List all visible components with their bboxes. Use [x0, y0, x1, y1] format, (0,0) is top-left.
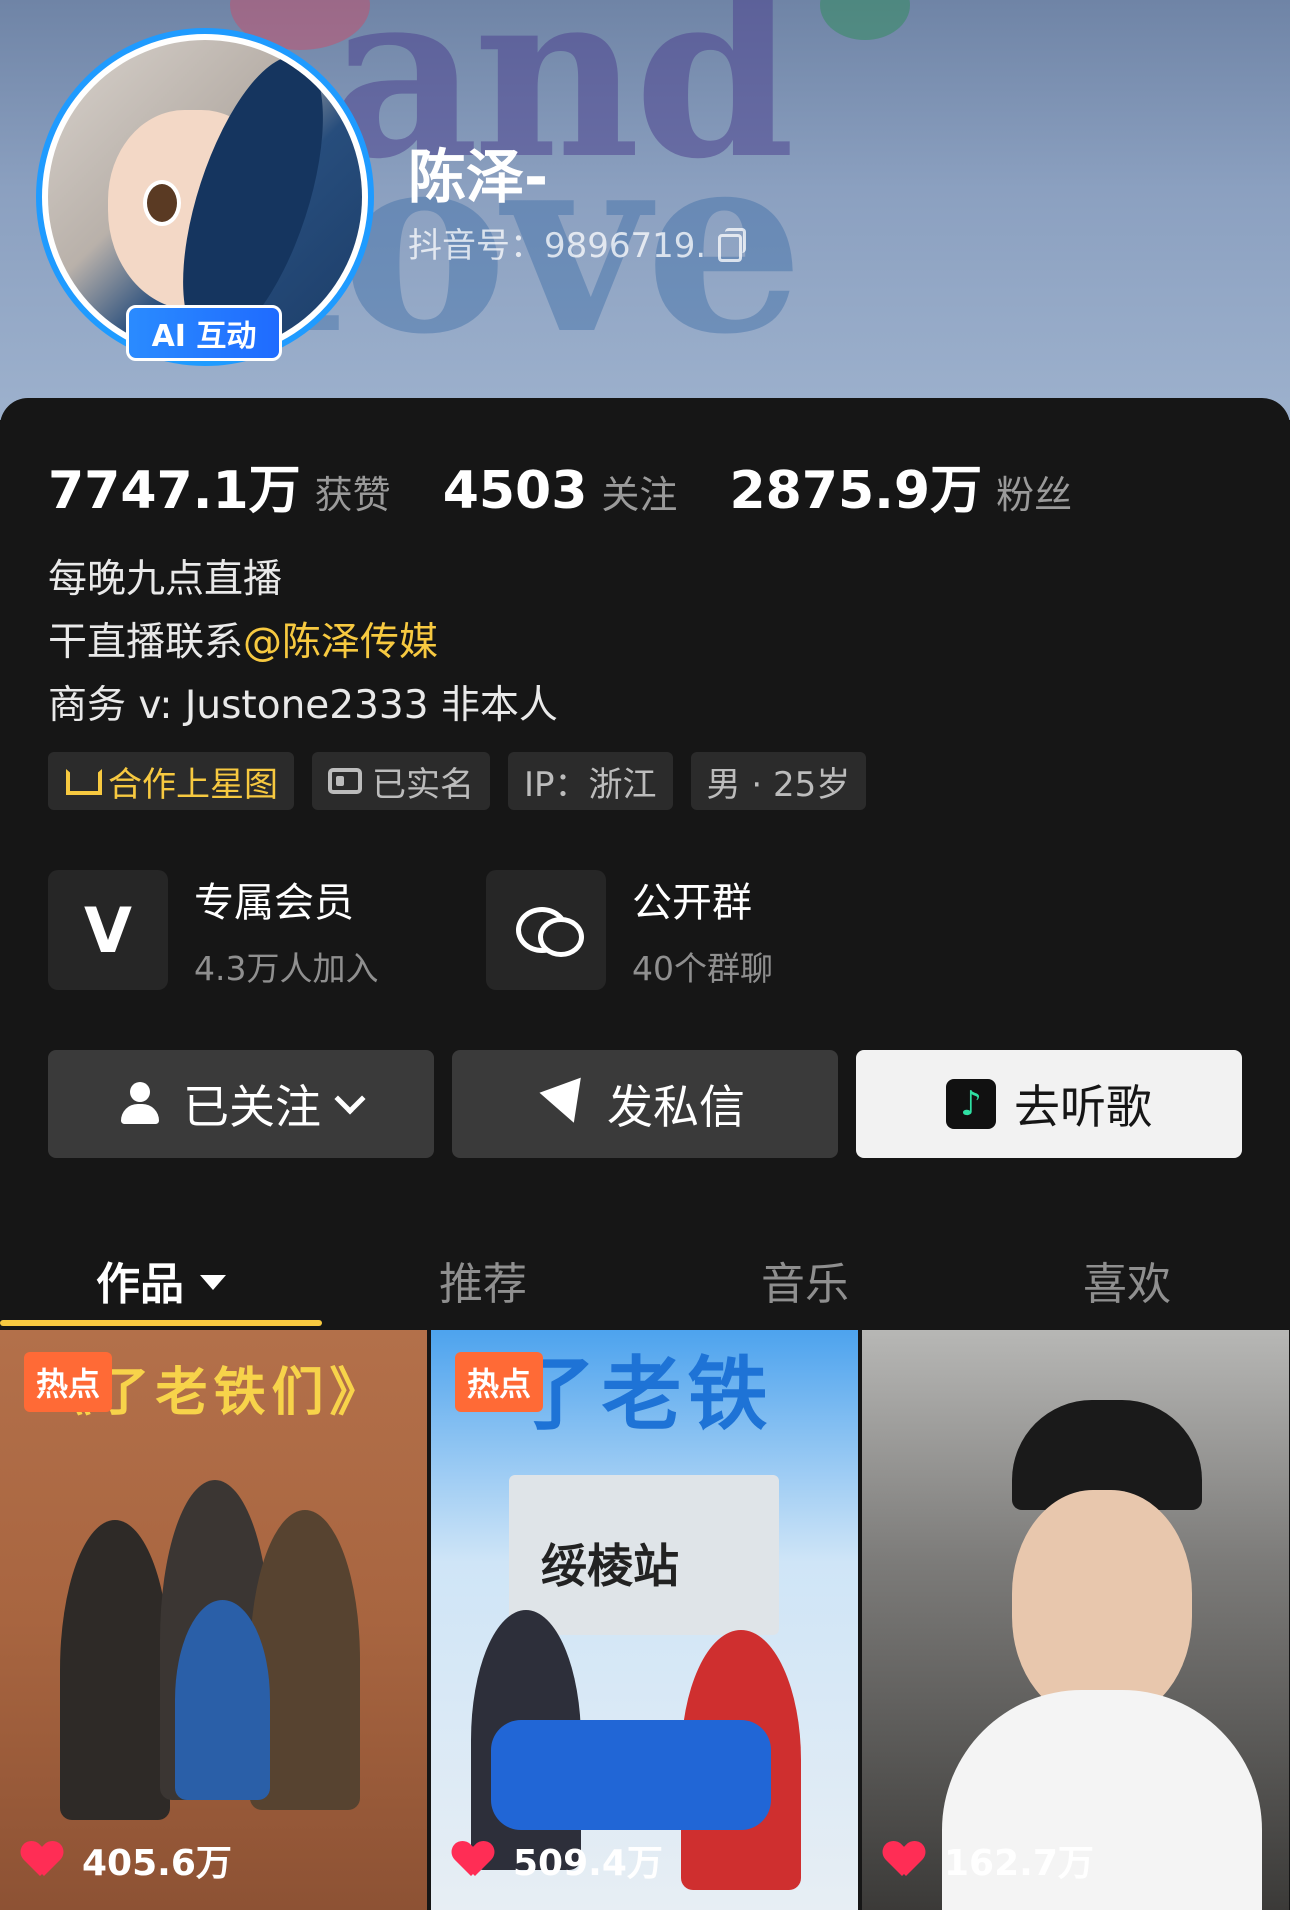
card-title: 专属会员: [194, 880, 354, 926]
tag-label: IP：浙江: [524, 764, 657, 805]
listen-music-button[interactable]: ♪ 去听歌: [856, 1050, 1242, 1158]
tab-label: 音乐: [761, 1259, 849, 1310]
like-count: 405.6万: [22, 1834, 232, 1886]
profile-tags: 合作上星图 已实名 IP：浙江 男 · 25岁: [48, 752, 867, 810]
copy-icon[interactable]: [716, 227, 747, 262]
content-tabs: 作品 推荐 音乐 喜欢: [0, 1232, 1290, 1328]
button-label: 发私信: [607, 1080, 745, 1134]
active-tab-indicator: [0, 1320, 322, 1326]
button-label: 去听歌: [1014, 1080, 1152, 1134]
nickname: 陈泽-: [408, 143, 549, 211]
profile-panel: [0, 398, 1290, 1338]
stat-value: 7747.1万: [48, 461, 301, 521]
stat-followers[interactable]: 2875.9万 粉丝: [729, 448, 1072, 523]
like-count-text: 162.7万: [944, 1843, 1094, 1884]
tag-gender-age: 男 · 25岁: [690, 752, 867, 810]
station-sign-text: 绥棱站: [541, 1539, 679, 1593]
heart-icon: [22, 1842, 62, 1878]
douyin-id-text: 抖音号：9896719.: [408, 226, 707, 266]
chat-bubbles-icon: [486, 870, 606, 990]
hot-badge: 热点: [455, 1352, 544, 1412]
video-tile[interactable]: 162.7万: [862, 1330, 1289, 1910]
video-tile[interactable]: 了老铁 绥棱站 热点 509.4万: [431, 1330, 858, 1910]
tab-music[interactable]: 音乐: [644, 1232, 966, 1328]
button-label: 已关注: [183, 1080, 321, 1134]
tab-recommend[interactable]: 推荐: [322, 1232, 644, 1328]
bio-line: 干直播联系@陈泽传媒: [48, 611, 558, 674]
card-title: 公开群: [632, 880, 752, 926]
tab-likes[interactable]: 喜欢: [966, 1232, 1288, 1328]
tab-label: 喜欢: [1083, 1259, 1171, 1310]
stat-value: 4503: [442, 461, 588, 521]
user-check-icon: [121, 1082, 165, 1126]
send-icon: [539, 1077, 595, 1131]
banner-decoration: [820, 0, 910, 40]
stat-label: 粉丝: [996, 473, 1073, 517]
tag-label: 男 · 25岁: [706, 764, 851, 805]
bio-text: 干直播联系: [48, 620, 244, 665]
following-button[interactable]: 已关注: [48, 1050, 434, 1158]
group-chat-card[interactable]: 公开群 40个群聊: [486, 870, 924, 990]
ai-interact-badge[interactable]: AI 互动: [126, 305, 282, 361]
action-buttons: 已关注 发私信 ♪ 去听歌: [48, 1050, 1242, 1158]
id-card-icon: [328, 768, 362, 794]
stat-label: 获赞: [314, 473, 391, 517]
v-icon: V: [48, 870, 168, 990]
star-map-icon: [64, 767, 98, 795]
card-subtitle: 40个群聊: [632, 949, 773, 988]
tab-label: 作品: [96, 1259, 184, 1310]
feature-cards: V 专属会员 4.3万人加入 公开群 40个群聊: [48, 870, 924, 990]
tab-label: 推荐: [439, 1259, 527, 1310]
video-tile[interactable]: 《了老铁们》 热点 405.6万: [0, 1330, 427, 1910]
stat-value: 2875.9万: [729, 461, 983, 521]
card-subtitle: 4.3万人加入: [194, 949, 379, 988]
hot-badge: 热点: [24, 1352, 113, 1412]
like-count: 162.7万: [884, 1834, 1094, 1886]
caret-down-icon: [200, 1274, 226, 1290]
stat-label: 关注: [601, 473, 678, 517]
bio-line: 商务 v: Justone2333 非本人: [48, 683, 558, 728]
tag-label: 已实名: [372, 764, 474, 805]
tab-works[interactable]: 作品: [0, 1232, 322, 1328]
tag-label: 合作上星图: [108, 764, 278, 805]
stat-likes[interactable]: 7747.1万 获赞: [48, 448, 391, 523]
tag-ip-location: IP：浙江: [508, 752, 673, 810]
bio-line: 每晚九点直播: [48, 557, 283, 602]
stats-row: 7747.1万 获赞 4503 关注 2875.9万 粉丝: [48, 448, 1072, 523]
heart-icon: [453, 1842, 493, 1878]
tag-star-cooperation[interactable]: 合作上星图: [48, 752, 294, 810]
membership-card[interactable]: V 专属会员 4.3万人加入: [48, 870, 486, 990]
bio: 每晚九点直播 干直播联系@陈泽传媒 商务 v: Justone2333 非本人: [48, 548, 558, 737]
like-count: 509.4万: [453, 1834, 663, 1886]
stat-following[interactable]: 4503 关注: [443, 461, 678, 521]
mention-link[interactable]: @陈泽传媒: [243, 620, 438, 665]
video-grid: 《了老铁们》 热点 405.6万 了老铁 绥棱站 热点 509.4万 162.7…: [0, 1330, 1290, 1910]
like-count-text: 509.4万: [513, 1843, 663, 1884]
like-count-text: 405.6万: [82, 1843, 232, 1884]
tag-verified[interactable]: 已实名: [312, 752, 490, 810]
music-app-icon: ♪: [946, 1079, 996, 1129]
chevron-down-icon: [334, 1083, 366, 1115]
heart-icon: [884, 1842, 924, 1878]
douyin-id[interactable]: 抖音号：9896719.: [408, 218, 747, 267]
message-button[interactable]: 发私信: [452, 1050, 838, 1158]
